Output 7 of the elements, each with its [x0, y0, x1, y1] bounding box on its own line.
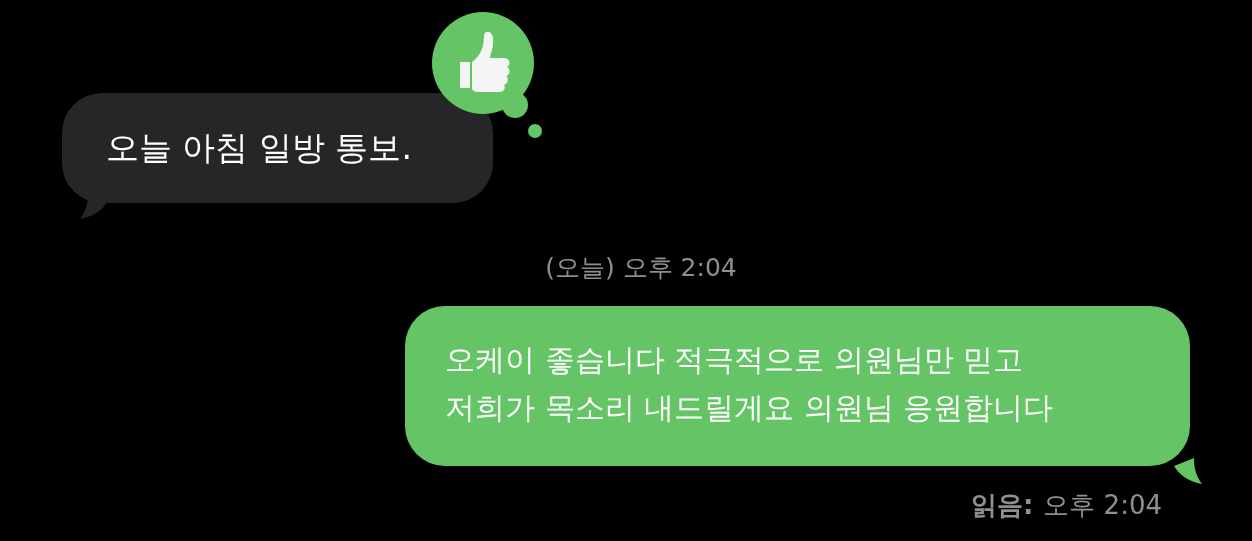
timestamp: (오늘) 오후 2:04: [544, 252, 738, 284]
read-time: 오후 2:04: [1043, 489, 1162, 522]
message-bubble: 오케이 좋습니다 적극적으로 의원님만 믿고 저희가 목소리 내드릴게요 의원님 응원합니다: [405, 306, 1190, 466]
read-label: 읽음:: [970, 489, 1034, 522]
bubble-tail: [1172, 458, 1202, 484]
thumbs-up-reaction-icon: [432, 12, 542, 140]
message-bubble: 오늘 아침 일방 통보.: [62, 93, 493, 203]
